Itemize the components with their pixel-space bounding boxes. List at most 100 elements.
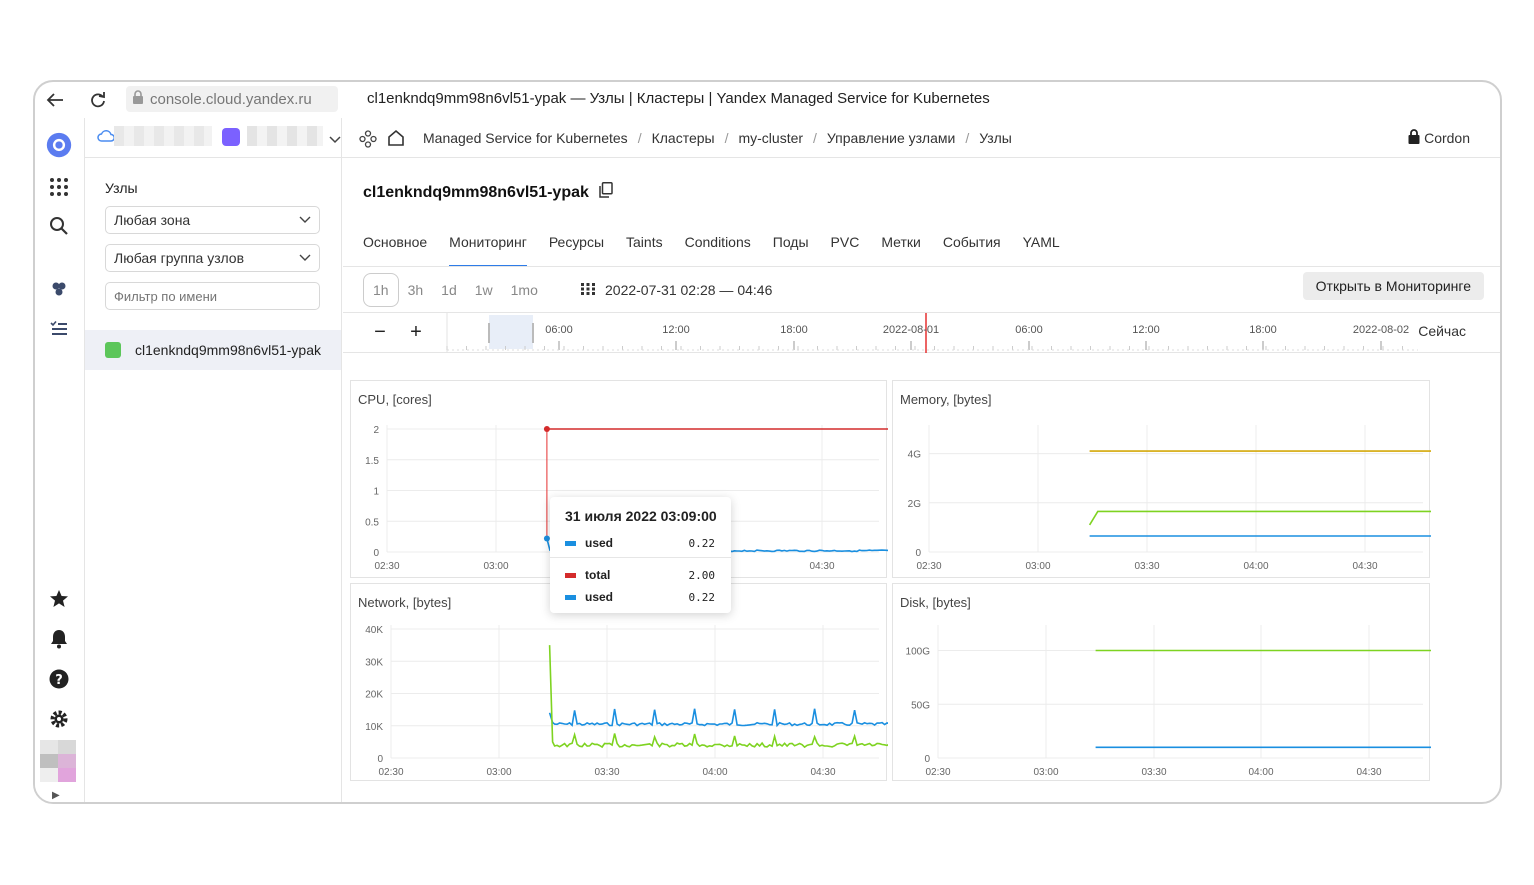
disk-chart[interactable]: 100G 50G 0 02:30 03:00 03:30 04:00 04:30 [893,584,1431,782]
list-icon[interactable] [46,316,72,342]
tab-monitoring[interactable]: Мониторинг [449,234,527,267]
timeline-tick: 18:00 [1249,324,1277,336]
zone-select[interactable]: Любая зона [105,206,320,234]
yandex-cloud-logo-icon[interactable] [46,132,72,158]
x-tick-label: 04:30 [1356,767,1381,778]
name-filter-input[interactable] [105,282,320,310]
y-tick-label: 2 [373,425,379,436]
network-chart[interactable]: 40K 30K 20K 10K 0 02:30 03:00 03:30 04:00 04:30 [351,584,888,782]
breadcrumb-clusters[interactable]: Кластеры [652,130,715,146]
help-icon[interactable]: ? [46,666,72,692]
home-icon[interactable] [387,129,405,152]
copy-icon[interactable] [599,182,613,203]
tab-resources[interactable]: Ресурсы [549,234,604,267]
y-tick-label: 20K [365,690,383,701]
breadcrumb-cluster[interactable]: my-cluster [738,130,803,146]
x-tick-label: 02:30 [925,767,950,778]
avatar[interactable] [40,740,78,782]
tab-taints[interactable]: Taints [626,234,663,267]
tooltip-title: 31 июля 2022 03:09:00 [565,508,717,524]
range-1d[interactable]: 1d [432,273,466,307]
timeline-tick: 06:00 [1015,324,1043,336]
x-tick-label: 02:30 [378,767,403,778]
left-rail: ? ▶ [35,118,85,802]
timeline-tick: 12:00 [662,324,690,336]
tooltip-row: used 0.22 [565,536,715,550]
range-1h[interactable]: 1h [363,273,399,307]
y-tick-label: 0 [915,548,921,559]
x-tick-label: 04:30 [809,561,834,572]
nodes-panel: Узлы Любая зона Любая группа узлов cl1en… [85,158,342,802]
y-tick-label: 30K [365,657,383,668]
search-icon[interactable] [46,213,72,239]
resource-title: cl1enkndq9mm98n6vl51-ypak [363,182,613,203]
node-name: cl1enkndq9mm98n6vl51-ypak [135,342,321,358]
range-1mo[interactable]: 1mo [502,273,547,307]
x-tick-label: 02:30 [374,561,399,572]
folder-name-hidden [247,126,323,146]
url-text: console.cloud.yandex.ru [150,90,312,108]
x-tick-label: 03:30 [1134,561,1159,572]
svg-text:?: ? [55,673,63,688]
zoom-out-button[interactable]: − [367,319,393,345]
address-bar[interactable]: console.cloud.yandex.ru [126,86,338,112]
kubernetes-icon[interactable] [46,276,72,302]
cloud-folder-selector[interactable] [85,118,342,158]
bell-icon[interactable] [46,626,72,652]
range-1w[interactable]: 1w [466,273,502,307]
cordon-button[interactable]: Cordon [1408,129,1470,147]
y-tick-label: 0 [373,548,379,559]
breadcrumb-node-management[interactable]: Управление узлами [827,130,955,146]
hover-point [543,426,550,432]
y-tick-label: 4G [908,450,922,461]
chevron-down-icon[interactable] [329,131,341,149]
series-line [548,708,888,728]
browser-window: console.cloud.yandex.ru cl1enkndq9mm98n6… [33,80,1502,804]
tab-basic[interactable]: Основное [363,234,427,267]
timeline-ruler[interactable]: 06:00 12:00 18:00 2022-08-01 06:00 12:00… [443,313,1443,353]
zone-select-value: Любая зона [114,212,191,228]
tab-labels[interactable]: Метки [881,234,921,267]
legend-swatch [565,540,576,546]
chevron-down-icon [299,250,311,267]
expand-rail-icon[interactable]: ▶ [52,790,60,801]
y-tick-label: 0.5 [365,517,379,528]
memory-chart[interactable]: 4G 2G 0 02:30 03:00 03:30 04:00 04:30 [893,381,1431,579]
node-group-select-value: Любая группа узлов [114,250,245,266]
tab-pvc[interactable]: PVC [831,234,860,267]
memory-chart-panel: Memory, [bytes] 4G 2G 0 02:30 03:00 03:30 04:0… [892,380,1431,579]
zoom-in-button[interactable]: + [403,319,429,345]
date-range-picker[interactable]: 2022-07-31 02:28 — 04:46 [581,282,772,298]
series-line [1088,510,1431,526]
gear-icon[interactable] [46,706,72,732]
y-tick-label: 0 [377,754,383,765]
legend-swatch [565,572,576,578]
node-group-select[interactable]: Любая группа узлов [105,244,320,272]
cordon-label: Cordon [1424,130,1470,146]
tooltip-row: used 0.22 [565,590,715,604]
cloud-icon [97,129,115,148]
resource-name: cl1enkndq9mm98n6vl51-ypak [363,183,589,201]
tab-events[interactable]: События [943,234,1001,267]
timeline-tick: 06:00 [545,324,573,336]
service-icon[interactable] [359,130,377,153]
y-tick-label: 1.5 [365,456,379,467]
open-in-monitoring-button[interactable]: Открыть в Мониторинге [1302,272,1484,300]
top-header: Managed Service for Kubernetes / Кластер… [85,118,1500,158]
now-button[interactable]: Сейчас [1418,323,1466,339]
tooltip-value: 0.22 [688,590,716,604]
tab-conditions[interactable]: Conditions [685,234,751,267]
timeline: − + 06:00 12:00 18:00 2022-08-01 06:00 1… [343,313,1500,353]
reload-icon[interactable] [86,88,110,112]
back-arrow-icon[interactable] [43,88,67,112]
apps-grid-icon[interactable] [46,174,72,200]
star-icon[interactable] [46,586,72,612]
node-list-item[interactable]: cl1enkndq9mm98n6vl51-ypak [85,330,341,370]
x-tick-label: 03:30 [594,767,619,778]
range-3h[interactable]: 3h [399,273,433,307]
timeline-selection[interactable] [489,315,533,349]
tab-yaml[interactable]: YAML [1023,234,1060,267]
browser-bar: console.cloud.yandex.ru cl1enkndq9mm98n6… [35,82,1500,118]
breadcrumb-service[interactable]: Managed Service for Kubernetes [423,130,628,146]
tab-pods[interactable]: Поды [773,234,809,267]
